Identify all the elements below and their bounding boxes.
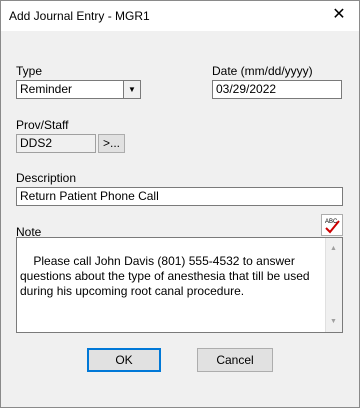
date-field[interactable]: 03/29/2022 — [212, 80, 342, 99]
prov-staff-lookup-button[interactable]: >... — [98, 134, 125, 153]
note-textarea[interactable]: Please call John Davis (801) 555-4532 to… — [16, 237, 343, 333]
date-label: Date (mm/dd/yyyy) — [212, 64, 313, 78]
description-label: Description — [16, 171, 77, 185]
ok-button[interactable]: OK — [87, 348, 161, 372]
note-scrollbar[interactable]: ▲ ▼ — [325, 238, 342, 332]
spell-check-button[interactable]: ABC — [321, 214, 343, 236]
description-field[interactable]: Return Patient Phone Call — [16, 187, 343, 206]
scroll-up-icon[interactable]: ▲ — [330, 241, 337, 256]
spell-check-icon: ABC — [325, 219, 340, 234]
cancel-button[interactable]: Cancel — [197, 348, 273, 372]
type-select-value: Reminder — [20, 82, 73, 96]
prov-staff-label: Prov/Staff — [16, 118, 69, 132]
note-text: Please call John Davis (801) 555-4532 to… — [20, 254, 313, 298]
type-label: Type — [16, 64, 43, 78]
dialog-window: Add Journal Entry - MGR1 ✕ Type Reminder… — [0, 0, 360, 408]
type-select[interactable]: Reminder ▼ — [16, 80, 141, 99]
scroll-down-icon[interactable]: ▼ — [330, 314, 337, 329]
prov-staff-field[interactable]: DDS2 — [16, 134, 96, 153]
close-icon[interactable]: ✕ — [329, 5, 349, 25]
chevron-down-icon[interactable]: ▼ — [123, 81, 140, 98]
window-title: Add Journal Entry - MGR1 — [9, 9, 150, 23]
title-bar: Add Journal Entry - MGR1 ✕ — [1, 1, 359, 31]
